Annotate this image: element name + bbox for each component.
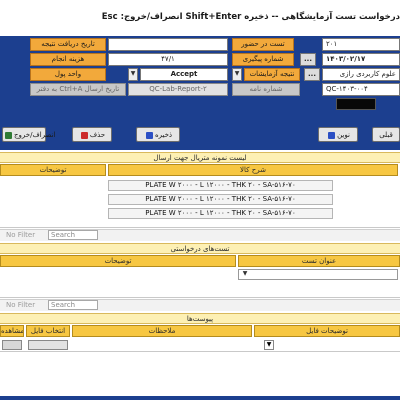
cost-field[interactable]: ۴۷/۱ <box>108 53 228 66</box>
tests-col-title: عنوان تست <box>238 255 400 267</box>
chevron-down-icon[interactable]: ▼ <box>240 269 250 280</box>
label-letter-number: شماره نامه <box>232 83 300 96</box>
request-code-field[interactable]: QC-۱۴۰۳-۰۰۴ <box>322 83 400 96</box>
delete-button[interactable]: حذف <box>72 127 112 142</box>
prev-button[interactable]: قبلی <box>372 127 400 142</box>
materials-no-filter[interactable]: No Filter <box>6 230 50 240</box>
attachments-col-file-description: توضیحات فایل <box>254 325 400 337</box>
number-field[interactable]: ۲۰۱ <box>322 38 400 51</box>
table-row[interactable]: PLATE W ۲۰۰۰ - L ۱۲۰۰۰ - THK ۲۰ - SA-۵۱۶… <box>108 180 333 191</box>
new-button[interactable]: نوین <box>318 127 358 142</box>
view-file-button[interactable] <box>2 340 22 350</box>
tests-no-filter[interactable]: No Filter <box>6 300 50 310</box>
tests-search-input[interactable]: Search <box>48 300 98 310</box>
attachments-col-view: مشاهده <box>0 325 24 337</box>
tracking-browse-button[interactable]: ... <box>300 53 316 66</box>
test-result-dropdown-button[interactable]: ▼ <box>232 68 242 81</box>
report-code-field: QC-Lab-Report-۲ <box>128 83 228 96</box>
attachments-col-select-file: انتخاب فایل <box>26 325 70 337</box>
attachments-section-title: پیوست‌ها <box>0 313 400 324</box>
tests-section-title: تست‌های درخواستی <box>0 243 400 254</box>
test-date-field[interactable] <box>108 38 228 51</box>
label-test-date: تاریخ دریافت نتیجه <box>30 38 106 51</box>
chevron-down-icon[interactable]: ▼ <box>264 340 274 350</box>
bottom-border <box>0 396 400 400</box>
delete-button-label: حذف <box>89 131 106 139</box>
new-icon <box>328 131 336 139</box>
exit-button[interactable]: انصراف/خروج <box>2 127 55 142</box>
test-title-combo[interactable] <box>238 269 398 280</box>
lab-name-field[interactable]: علوم کاربردی رازی <box>322 68 400 81</box>
label-test-results: نتیجه آزمایشات <box>244 68 300 81</box>
select-file-button[interactable] <box>28 340 68 350</box>
table-row[interactable]: PLATE W ۲۰۰۰ - L ۱۲۰۰۰ - THK ۲۰ - SA-۵۱۶… <box>108 194 333 205</box>
materials-section-title: لیست نمونه متریال جهت ارسال <box>0 152 400 163</box>
new-button-label: نوین <box>337 131 350 139</box>
exit-button-label: انصراف/خروج <box>14 131 56 139</box>
materials-col-item: شرح کالا <box>108 164 398 176</box>
tests-col-description: توضیحات <box>0 255 236 267</box>
currency-dropdown-button[interactable]: ▼ <box>128 68 138 81</box>
save-icon <box>145 131 153 139</box>
save-button[interactable]: ذخیره <box>136 127 180 142</box>
label-currency: واحد پول <box>30 68 106 81</box>
materials-col-description: توضیحات <box>0 164 106 176</box>
save-button-label: ذخیره <box>154 131 173 139</box>
materials-search-input[interactable]: Search <box>48 230 98 240</box>
lab-browse-button[interactable]: ... <box>304 68 320 81</box>
exit-icon <box>5 131 12 139</box>
table-row[interactable]: PLATE W ۲۰۰۰ - L ۱۲۰۰۰ - THK ۲۰ - SA-۵۱۶… <box>108 208 333 219</box>
label-tracking-number: شماره پیگیری <box>232 53 294 66</box>
label-send-date: تاریخ ارسال Ctrl+A به دفتر <box>30 83 126 96</box>
attachments-col-notes: ملاحظات <box>72 325 252 337</box>
window-title: درخواست تست آزمایشگاهی -- ذخیره Shift+En… <box>101 12 400 22</box>
black-status-field <box>336 98 376 110</box>
delete-icon <box>80 131 88 139</box>
prev-button-label: قبلی <box>379 131 393 139</box>
date-field[interactable]: ۱۴۰۳/۰۲/۱۷ <box>322 53 400 66</box>
result-status-field[interactable]: Accept <box>140 68 228 81</box>
label-test-in-presence: تست در حضور <box>232 38 294 51</box>
label-cost: هزینه انجام <box>30 53 106 66</box>
